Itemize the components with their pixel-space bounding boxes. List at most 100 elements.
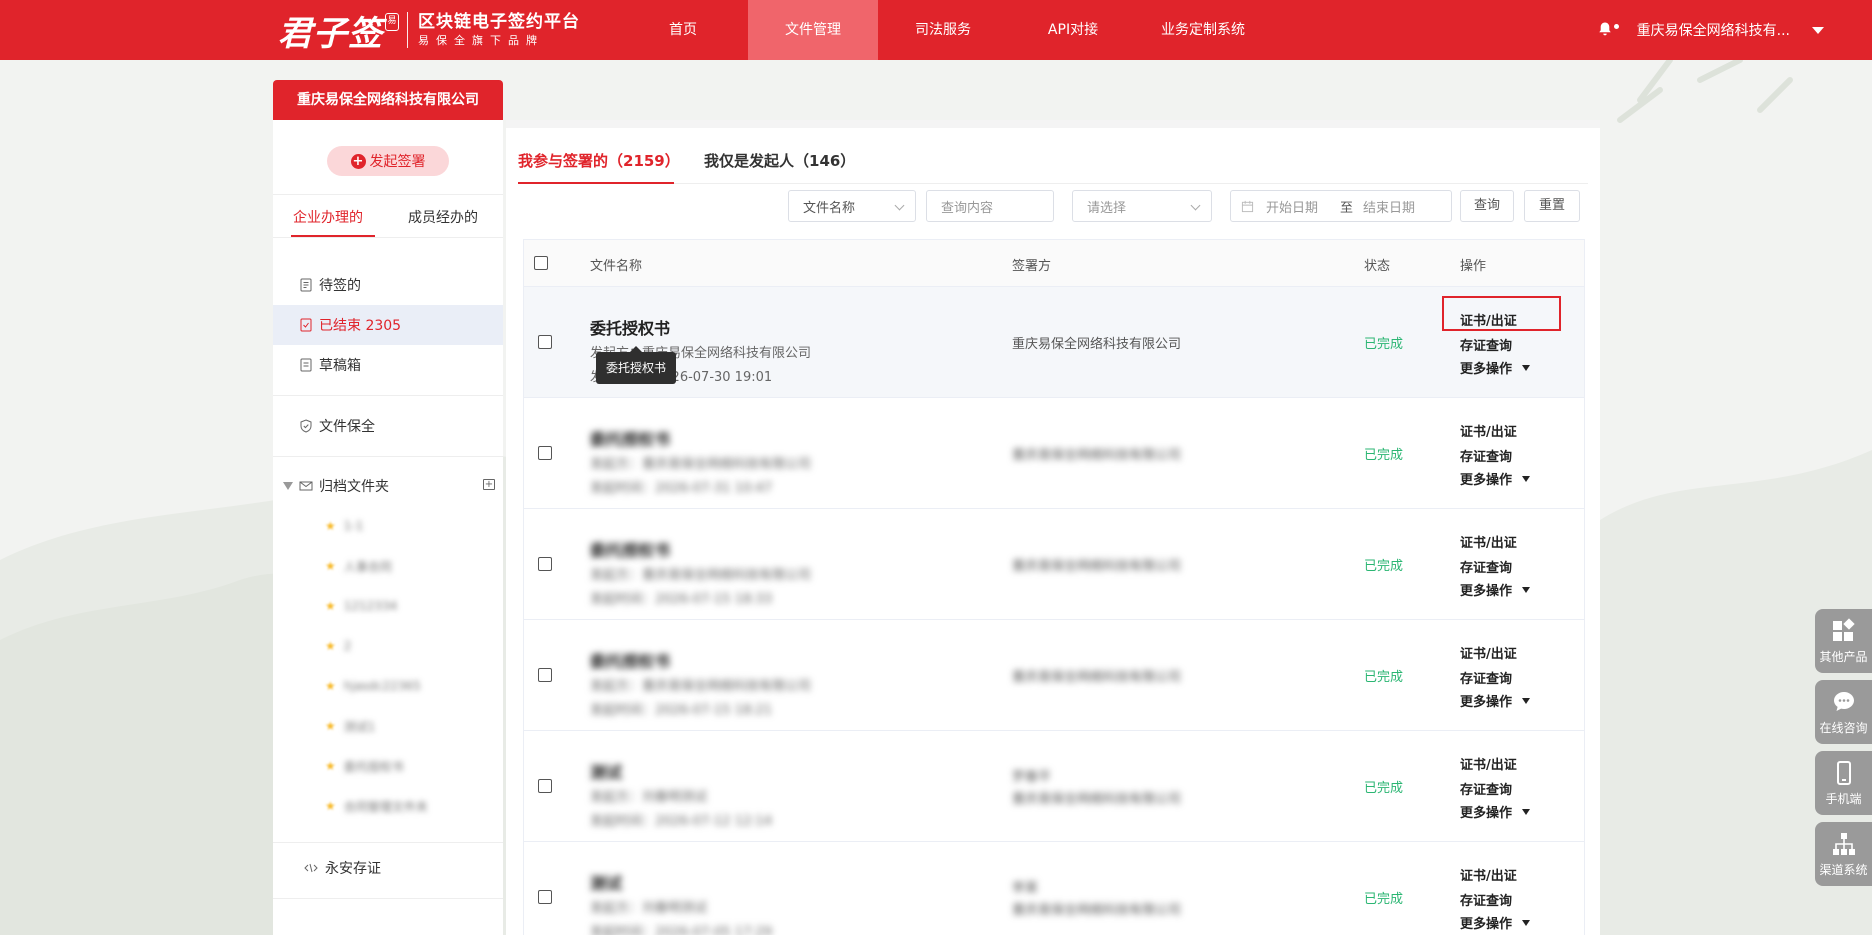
folder-item[interactable]: ★ 1212334 (325, 586, 397, 626)
certificate-link[interactable]: 证书/出证 (1460, 754, 1517, 773)
nav-file-management[interactable]: 文件管理 (748, 0, 878, 60)
evidence-query-link[interactable]: 存证查询 (1460, 668, 1512, 687)
divider (273, 842, 503, 843)
table-row[interactable]: 委托授权书 发起方：重庆易保全网络科技有限公司 发起时间：2026-07-30 … (523, 287, 1585, 398)
table-row[interactable]: 委托授权书 发起方：重庆易保全网络科技有限公司 发起时间：2026-07-15 … (523, 509, 1585, 620)
mobile-button[interactable]: 手机端 (1815, 751, 1872, 815)
start-signing-label: 发起签署 (369, 154, 426, 170)
row-checkbox[interactable] (538, 890, 552, 904)
company-name-tab[interactable]: 重庆易保全网络科技有限公司 (273, 80, 503, 120)
title-tooltip: 委托授权书 (596, 346, 677, 384)
sidebar-item-drafts[interactable]: 草稿箱 (273, 345, 503, 385)
more-operations-dropdown[interactable]: 更多操作 (1460, 691, 1531, 710)
user-name[interactable]: 重庆易保全网络科技有... (1637, 20, 1790, 40)
certificate-link[interactable]: 证书/出证 (1460, 310, 1517, 329)
status-badge: 已完成 (1364, 448, 1404, 463)
tab-initiator-only[interactable]: 我仅是发起人（146） (704, 150, 855, 171)
sidebar-item-preserve[interactable]: 文件保全 (273, 406, 503, 446)
document-sender: 发起方：重庆易保全网络科技有限公司 (590, 457, 812, 472)
sidebar-item-pending[interactable]: 待签的 (273, 265, 503, 305)
more-operations-dropdown[interactable]: 更多操作 (1460, 469, 1531, 488)
document-title[interactable]: 测试 (590, 870, 622, 894)
divider (273, 898, 503, 899)
tab-enterprise-handled[interactable]: 企业办理的 (293, 207, 363, 227)
tab-divider (518, 183, 1588, 184)
certificate-link[interactable]: 证书/出证 (1460, 532, 1517, 551)
reset-button[interactable]: 重置 (1524, 190, 1580, 222)
chevron-down-icon (894, 200, 905, 211)
search-button[interactable]: 查询 (1460, 190, 1514, 222)
file-name-select[interactable]: 文件名称 (788, 190, 916, 222)
divider (273, 395, 503, 396)
online-consult-button[interactable]: 在线咨询 (1815, 680, 1872, 744)
table-row[interactable]: 委托授权书 发起方：重庆易保全网络科技有限公司 发起时间：2026-07-15 … (523, 620, 1585, 731)
folder-item[interactable]: ★ hjasdc22365 (325, 666, 421, 706)
sidebar-item-label: 永安存证 (325, 861, 381, 877)
nav-api[interactable]: API对接 (1008, 0, 1138, 60)
add-folder-icon[interactable]: + (483, 479, 495, 490)
nav-home[interactable]: 首页 (618, 0, 748, 60)
evidence-query-link[interactable]: 存证查询 (1460, 335, 1512, 354)
table-row[interactable]: 测试 发起方：刘春明测试 发起时间：2026-07-12 12:14 罗春平 重… (523, 731, 1585, 842)
sidebar-item-finished[interactable]: 已结束 2305 (273, 305, 503, 345)
folder-item[interactable]: ★ 测试1 (325, 706, 375, 746)
document-title[interactable]: 委托授权书 (590, 426, 670, 450)
sidebar-item-label: 草稿箱 (319, 358, 361, 374)
input-placeholder: 查询内容 (941, 200, 994, 216)
table-row[interactable]: 委托授权书 发起方：重庆易保全网络科技有限公司 发起时间：2026-07-31 … (523, 398, 1585, 509)
folder-star-icon: ★ (325, 559, 336, 573)
certificate-link[interactable]: 证书/出证 (1460, 865, 1517, 884)
more-operations-dropdown[interactable]: 更多操作 (1460, 802, 1531, 821)
document-title[interactable]: 委托授权书 (590, 537, 670, 561)
other-products-button[interactable]: 其他产品 (1815, 609, 1872, 673)
evidence-query-link[interactable]: 存证查询 (1460, 890, 1512, 909)
select-all-checkbox[interactable] (534, 256, 548, 270)
chat-icon (1833, 691, 1854, 711)
sidebar-item-archive[interactable]: 归档文件夹 + (273, 466, 503, 506)
start-signing-button[interactable]: + 发起签署 (327, 146, 449, 176)
evidence-query-link[interactable]: 存证查询 (1460, 446, 1512, 465)
end-date-placeholder[interactable]: 结束日期 (1363, 197, 1415, 216)
status-select[interactable]: 请选择 (1072, 190, 1212, 222)
logo[interactable]: 君子签 易 区块链电子签约平台 易保全旗下品牌 (278, 8, 580, 54)
more-operations-dropdown[interactable]: 更多操作 (1460, 580, 1531, 599)
table-row[interactable]: 测试 发起方：刘春明测试 发起时间：2026-07-05 17:29 李某 重庆… (523, 842, 1585, 935)
folder-label: hjasdc22365 (343, 679, 421, 693)
query-input[interactable]: 查询内容 (926, 190, 1054, 222)
more-operations-dropdown[interactable]: 更多操作 (1460, 358, 1531, 377)
chevron-down-icon[interactable] (1812, 26, 1824, 34)
start-date-placeholder[interactable]: 开始日期 (1266, 197, 1318, 216)
row-checkbox[interactable] (538, 668, 552, 682)
folder-star-icon: ★ (325, 759, 336, 773)
certificate-link[interactable]: 证书/出证 (1460, 643, 1517, 662)
nav-custom-system[interactable]: 业务定制系统 (1138, 0, 1268, 60)
more-operations-dropdown[interactable]: 更多操作 (1460, 913, 1531, 932)
row-checkbox[interactable] (538, 779, 552, 793)
folder-item[interactable]: ★ 人事合同 (325, 546, 392, 586)
tab-participated[interactable]: 我参与签署的（2159） (518, 150, 680, 171)
folder-star-icon: ★ (325, 519, 336, 533)
folder-item[interactable]: ★ 委托授权书 (325, 746, 404, 786)
bell-icon[interactable] (1597, 21, 1619, 39)
channel-system-button[interactable]: 渠道系统 (1815, 822, 1872, 886)
sidebar-item-permanent[interactable]: 永安存证 (273, 848, 503, 888)
row-checkbox[interactable] (538, 335, 552, 349)
caret-down-icon[interactable] (283, 482, 293, 490)
more-operations-label: 更多操作 (1460, 806, 1513, 821)
certificate-link[interactable]: 证书/出证 (1460, 421, 1517, 440)
sidebar-item-label: 待签的 (319, 278, 361, 294)
folder-item[interactable]: ★ 合同管理文件夹 (325, 786, 428, 826)
folder-item[interactable]: ★ 1-1 (325, 506, 363, 546)
document-title[interactable]: 委托授权书 (590, 315, 670, 339)
document-title[interactable]: 测试 (590, 759, 622, 783)
document-title[interactable]: 委托授权书 (590, 648, 670, 672)
nav-judicial-service[interactable]: 司法服务 (878, 0, 1008, 60)
evidence-query-link[interactable]: 存证查询 (1460, 779, 1512, 798)
folder-item[interactable]: ★ 2 (325, 626, 351, 666)
evidence-query-link[interactable]: 存证查询 (1460, 557, 1512, 576)
row-checkbox[interactable] (538, 557, 552, 571)
tab-member-handled[interactable]: 成员经办的 (408, 207, 478, 227)
float-label: 渠道系统 (1819, 862, 1868, 877)
date-range-picker[interactable]: 开始日期 至 结束日期 (1230, 190, 1452, 222)
row-checkbox[interactable] (538, 446, 552, 460)
